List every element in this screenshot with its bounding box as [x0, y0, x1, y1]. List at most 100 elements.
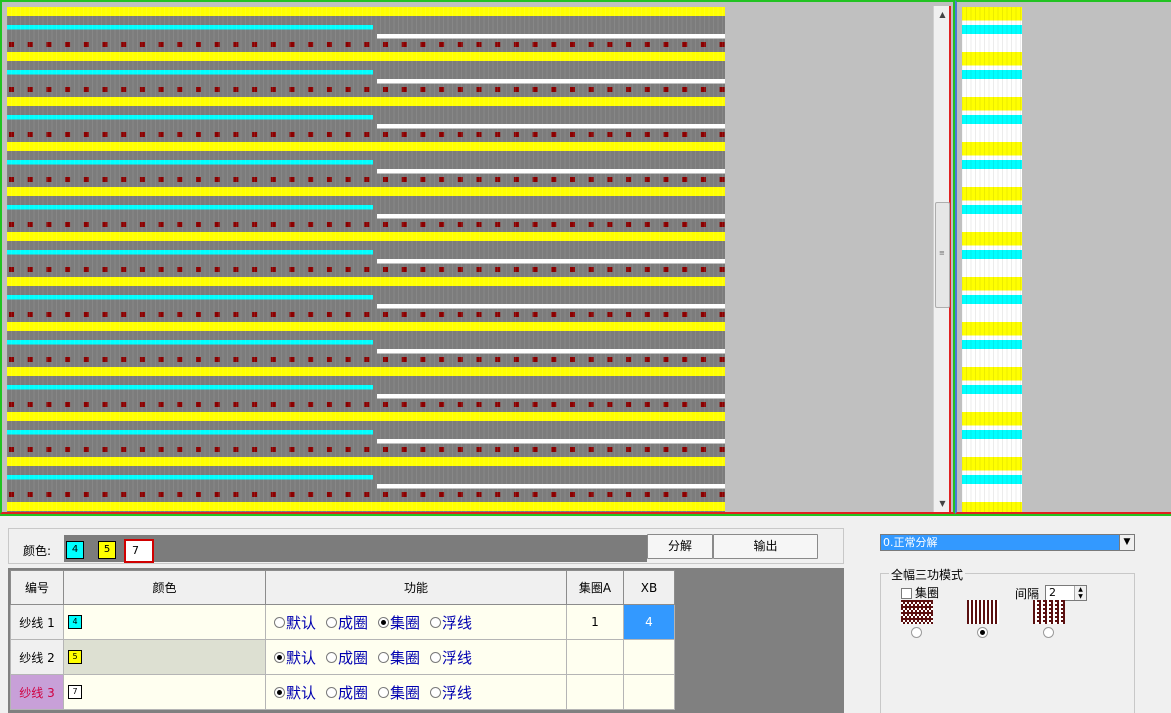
icon-pixel	[917, 600, 919, 602]
radio-dot[interactable]	[430, 651, 442, 663]
function-radio[interactable]: 浮线	[430, 682, 472, 703]
pattern-dot	[476, 357, 482, 362]
radio-dot[interactable]	[378, 616, 390, 628]
checkbox-box[interactable]	[901, 588, 912, 599]
icon-pixel	[967, 600, 969, 602]
radio-dot[interactable]	[274, 651, 285, 663]
icon-pixel	[931, 614, 933, 616]
pattern-radio-3[interactable]	[1043, 627, 1054, 638]
icon-pixel	[925, 608, 927, 610]
jiquan-a-cell[interactable]	[566, 639, 624, 675]
scroll-thumb[interactable]: ≡	[935, 202, 950, 308]
jiquan-a-cell[interactable]: 1	[566, 604, 624, 640]
pattern-stripe-icon[interactable]	[967, 600, 999, 624]
pattern-view[interactable]	[0, 0, 955, 514]
function-radio[interactable]: 集圈	[378, 647, 420, 668]
icon-pixel	[1051, 622, 1053, 624]
table-row[interactable]: 纱线 2 5 默认 成圈 集圈 浮线	[10, 639, 675, 675]
radio-dot[interactable]	[326, 651, 338, 663]
color-swatch-5[interactable]: 5	[98, 541, 116, 559]
column-header-id[interactable]: 编号	[10, 570, 64, 605]
interval-spinbox[interactable]: 2 ▲ ▼	[1045, 585, 1087, 601]
spin-arrows-icon[interactable]: ▲ ▼	[1074, 586, 1086, 600]
radio-dot[interactable]	[430, 686, 442, 698]
yarn-id-cell[interactable]: 纱线 1	[10, 604, 64, 640]
decompose-mode-select[interactable]: 0.正常分解 ▼	[880, 534, 1135, 551]
function-radio[interactable]: 集圈	[378, 612, 420, 633]
jiquan-a-cell[interactable]	[566, 674, 624, 710]
pattern-checker-icon[interactable]	[901, 600, 933, 624]
radio-dot[interactable]	[274, 616, 285, 628]
yarn-color-swatch[interactable]: 5	[68, 650, 82, 665]
pattern-dot	[139, 87, 145, 92]
icon-pixel	[995, 604, 997, 606]
pattern-dot	[551, 177, 557, 182]
icon-pixel	[923, 622, 925, 624]
chevron-down-icon[interactable]: ▼	[1119, 535, 1134, 550]
decompose-button[interactable]: 分解	[647, 534, 713, 559]
pattern-canvas[interactable]	[7, 7, 725, 512]
yarn-color-swatch[interactable]: 4	[68, 615, 82, 630]
column-header-function[interactable]: 功能	[265, 570, 567, 605]
pattern-dots-icon[interactable]	[1033, 600, 1065, 624]
pattern-dot	[308, 312, 314, 317]
color-swatch-4[interactable]: 4	[66, 541, 84, 559]
scroll-up-arrow-icon[interactable]: ▲	[934, 6, 951, 23]
vertical-scrollbar[interactable]: ▲ ≡ ▼	[933, 6, 951, 512]
jiquan-checkbox[interactable]: 集圈	[901, 584, 939, 601]
pattern-radio-1[interactable]	[911, 627, 922, 638]
icon-pixel	[987, 606, 989, 608]
function-radio[interactable]: 成圈	[326, 682, 368, 703]
xb-cell[interactable]	[623, 639, 675, 675]
scroll-down-arrow-icon[interactable]: ▼	[934, 495, 951, 512]
pattern-radio-2[interactable]	[977, 627, 988, 638]
column-header-jiquan-a[interactable]: 集圈A	[566, 570, 624, 605]
function-radio[interactable]: 默认	[274, 612, 316, 633]
icon-pixel	[1051, 618, 1053, 620]
function-radio[interactable]: 默认	[274, 647, 316, 668]
table-row[interactable]: 纱线 1 4 默认 成圈 集圈 浮线 1 4	[10, 604, 675, 640]
yarn-id-cell[interactable]: 纱线 2	[10, 639, 64, 675]
xb-cell[interactable]: 4	[623, 604, 675, 640]
color-swatch-7[interactable]: 7	[124, 539, 154, 563]
icon-pixel	[975, 616, 977, 618]
function-radio[interactable]: 浮线	[430, 612, 472, 633]
radio-dot[interactable]	[430, 616, 442, 628]
radio-dot[interactable]	[378, 686, 390, 698]
function-radio[interactable]: 成圈	[326, 612, 368, 633]
icon-pixel	[1039, 614, 1041, 616]
icon-pixel	[1055, 616, 1057, 618]
icon-pixel	[1063, 610, 1065, 612]
pattern-dot	[551, 132, 557, 137]
yarn-color-swatch[interactable]: 7	[68, 685, 82, 700]
radio-dot[interactable]	[326, 616, 338, 628]
column-header-color[interactable]: 颜色	[63, 570, 266, 605]
pattern-dot	[270, 447, 276, 452]
yarn-strip-view[interactable]	[955, 0, 1171, 514]
pattern-dot	[644, 177, 650, 182]
function-radio[interactable]: 浮线	[430, 647, 472, 668]
radio-dot[interactable]	[274, 686, 285, 698]
icon-pixel	[967, 620, 969, 622]
icon-pixel	[927, 602, 929, 604]
pattern-row-yellow	[7, 416, 725, 421]
yarn-color-cell[interactable]: 5	[63, 639, 266, 675]
table-row[interactable]: 纱线 3 7 默认 成圈 集圈 浮线	[10, 674, 675, 710]
yarn-id-cell[interactable]: 纱线 3	[10, 674, 64, 710]
xb-cell[interactable]	[623, 674, 675, 710]
radio-dot[interactable]	[378, 651, 390, 663]
yarn-color-cell[interactable]: 7	[63, 674, 266, 710]
column-header-xb[interactable]: XB	[623, 570, 675, 605]
icon-pixel	[907, 612, 909, 614]
function-radio[interactable]: 默认	[274, 682, 316, 703]
pattern-dot	[476, 312, 482, 317]
function-radio[interactable]: 集圈	[378, 682, 420, 703]
icon-pixel	[995, 616, 997, 618]
output-button[interactable]: 输出	[713, 534, 818, 559]
radio-dot[interactable]	[326, 686, 338, 698]
pattern-dot	[401, 222, 407, 227]
pattern-dot	[270, 132, 276, 137]
function-radio[interactable]: 成圈	[326, 647, 368, 668]
yarn-color-cell[interactable]: 4	[63, 604, 266, 640]
icon-pixel	[927, 610, 929, 612]
